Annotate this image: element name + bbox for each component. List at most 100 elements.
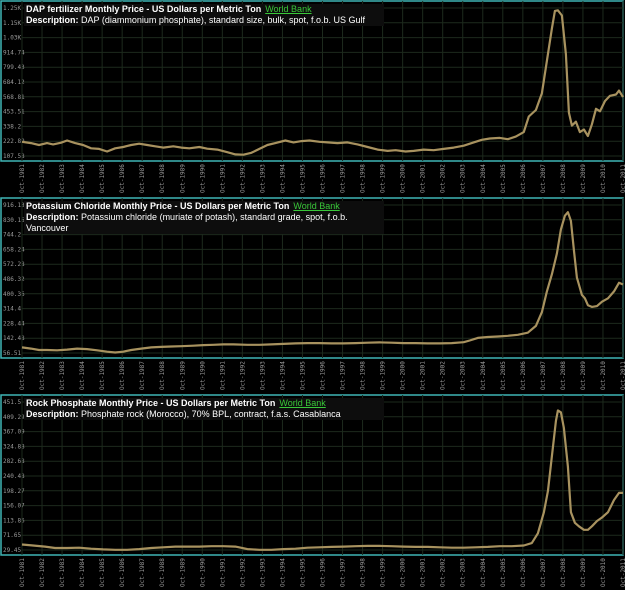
x-tick-label: Oct-1999	[380, 164, 387, 193]
chart-svg-dap: 1.25K1.15K1.03K914.74799.43684.12568.814…	[0, 0, 625, 193]
description-label: Description:	[26, 15, 79, 25]
x-tick-label: Oct-1985	[99, 558, 106, 587]
x-tick-label: Oct-1989	[179, 361, 186, 390]
chart-panel-potash: 916.13 830.16 744.2 658.24 572.28 486.32 400.3…	[0, 197, 625, 393]
x-tick-label: Oct-2003	[460, 361, 467, 390]
x-tick-label: Oct-2000	[400, 361, 407, 390]
x-tick-label: Oct-1984	[79, 164, 86, 193]
chart-title: Potassium Chloride Monthly Price - US Do…	[26, 201, 290, 211]
x-tick-label: Oct-2002	[440, 361, 447, 390]
chart-header-dap: DAP fertilizer Monthly Price - US Dollar…	[24, 4, 384, 26]
x-tick-label: Oct-2004	[480, 558, 487, 587]
x-tick-label: Oct-2001	[420, 558, 427, 587]
x-tick-label: Oct-2010	[600, 361, 607, 390]
x-tick-label: Oct-1989	[179, 558, 186, 587]
x-tick-label: Oct-1991	[219, 164, 226, 193]
source-link[interactable]: World Bank	[293, 201, 339, 211]
x-tick-label: Oct-1989	[179, 164, 186, 193]
x-tick-label: Oct-2005	[500, 164, 507, 193]
description-label: Description:	[26, 409, 79, 419]
x-tick-label: Oct-1992	[239, 164, 246, 193]
chart-header-potash: Potassium Chloride Monthly Price - US Do…	[24, 201, 384, 234]
x-tick-label: Oct-1992	[239, 361, 246, 390]
description-text: Phosphate rock (Morocco), 70% BPL, contr…	[81, 409, 341, 419]
x-tick-label: Oct-1987	[139, 164, 146, 193]
x-tick-label: Oct-1984	[79, 361, 86, 390]
x-tick-label: Oct-2002	[440, 164, 447, 193]
x-tick-label: Oct-2006	[520, 558, 527, 587]
x-tick-label: Oct-1996	[320, 164, 327, 193]
chart-header-rock-phosphate: Rock Phosphate Monthly Price - US Dollar…	[24, 398, 384, 420]
x-tick-label: Oct-1988	[159, 361, 166, 390]
x-tick-label: Oct-1994	[279, 164, 286, 193]
x-tick-label: Oct-1984	[79, 558, 86, 587]
x-tick-label: Oct-1999	[380, 361, 387, 390]
x-tick-label: Oct-1981	[19, 558, 26, 587]
x-tick-label: Oct-1983	[59, 558, 66, 587]
x-tick-label: Oct-2003	[460, 558, 467, 587]
y-tick-label: 56.51	[3, 350, 21, 357]
x-tick-label: Oct-1998	[360, 361, 367, 390]
x-tick-label: Oct-2007	[540, 361, 547, 390]
y-tick-label: 744.2	[3, 232, 21, 239]
x-tick-label: Oct-2002	[440, 558, 447, 587]
x-tick-label: Oct-2003	[460, 164, 467, 193]
x-tick-label: Oct-1982	[39, 164, 46, 193]
x-tick-label: Oct-2008	[560, 558, 567, 587]
x-tick-label: Oct-1990	[199, 558, 206, 587]
chart-panel-rock-phosphate: 451.5 409.29 367.09 324.88 282.68 240.48 198.2…	[0, 394, 625, 590]
x-tick-label: Oct-2009	[580, 164, 587, 193]
x-tick-label: Oct-1995	[299, 558, 306, 587]
y-tick-label: 1.15K	[3, 20, 21, 27]
source-link[interactable]: World Bank	[265, 4, 311, 14]
x-tick-label: Oct-1991	[219, 361, 226, 390]
y-tick-label: 314.4	[3, 306, 21, 313]
x-tick-label: Oct-1998	[360, 164, 367, 193]
x-tick-label: Oct-1983	[59, 164, 66, 193]
x-tick-label: Oct-2004	[480, 164, 487, 193]
x-tick-label: Oct-2010	[600, 558, 607, 587]
x-tick-label: Oct-1997	[340, 361, 347, 390]
y-tick-label: 29.45	[3, 547, 21, 554]
description-text: DAP (diammonium phosphate), standard siz…	[81, 15, 366, 25]
x-tick-label: Oct-1997	[340, 164, 347, 193]
y-tick-label: 1.03K	[3, 35, 21, 42]
x-tick-label: Oct-2011	[620, 164, 625, 193]
x-tick-label: Oct-1996	[320, 361, 327, 390]
x-tick-label: Oct-1995	[299, 361, 306, 390]
x-tick-label: Oct-1986	[119, 164, 126, 193]
chart-title: Rock Phosphate Monthly Price - US Dollar…	[26, 398, 276, 408]
x-tick-label: Oct-1993	[259, 164, 266, 193]
x-tick-label: Oct-1993	[259, 558, 266, 587]
x-tick-label: Oct-1992	[239, 558, 246, 587]
x-tick-label: Oct-1996	[320, 558, 327, 587]
x-tick-label: Oct-1981	[19, 164, 26, 193]
x-tick-label: Oct-2000	[400, 164, 407, 193]
chart-title: DAP fertilizer Monthly Price - US Dollar…	[26, 4, 262, 14]
x-tick-label: Oct-1981	[19, 361, 26, 390]
y-tick-label: 71.65	[3, 532, 21, 539]
x-tick-label: Oct-1987	[139, 558, 146, 587]
x-tick-label: Oct-2008	[560, 361, 567, 390]
x-tick-label: Oct-2005	[500, 361, 507, 390]
x-tick-label: Oct-2009	[580, 558, 587, 587]
x-tick-label: Oct-1982	[39, 558, 46, 587]
chart-panel-dap: 1.25K 1.15K 1.03K 914.74 799.43 684.12 568.81 4…	[0, 0, 625, 196]
x-tick-label: Oct-1997	[340, 558, 347, 587]
x-tick-label: Oct-1993	[259, 361, 266, 390]
x-tick-label: Oct-1982	[39, 361, 46, 390]
x-tick-label: Oct-1987	[139, 361, 146, 390]
x-tick-label: Oct-1988	[159, 558, 166, 587]
source-link[interactable]: World Bank	[279, 398, 325, 408]
x-tick-label: Oct-2000	[400, 558, 407, 587]
x-tick-label: Oct-1986	[119, 558, 126, 587]
x-tick-label: Oct-2010	[600, 164, 607, 193]
chart-svg-rock-phosphate: 451.5409.29367.09324.88282.68240.48198.2…	[0, 394, 625, 587]
x-tick-label: Oct-2007	[540, 164, 547, 193]
y-tick-label: 1.25K	[3, 5, 21, 12]
x-tick-label: Oct-2008	[560, 164, 567, 193]
x-tick-label: Oct-1999	[380, 558, 387, 587]
y-tick-label: 451.5	[3, 399, 21, 406]
x-tick-label: Oct-1986	[119, 361, 126, 390]
x-tick-label: Oct-1985	[99, 164, 106, 193]
